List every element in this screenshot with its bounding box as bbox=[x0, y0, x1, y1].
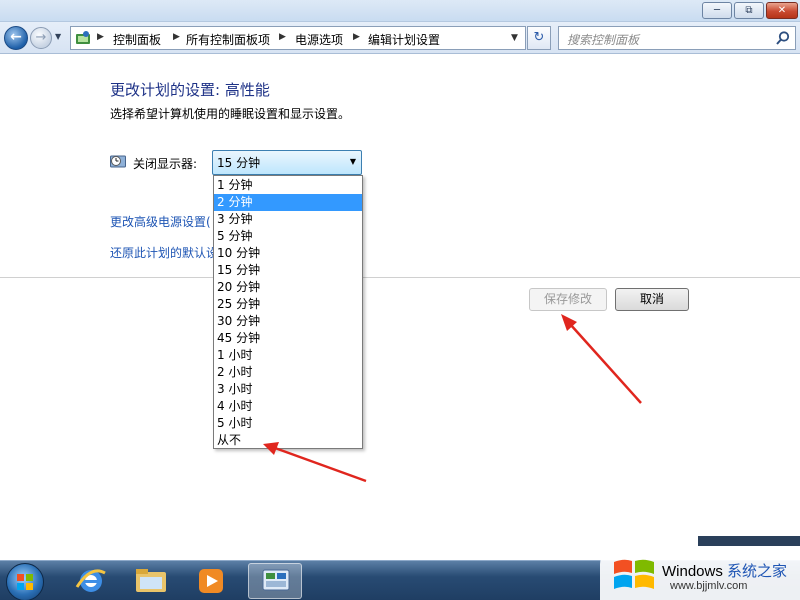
chevron-down-icon: ▼ bbox=[349, 157, 356, 166]
dropdown-option[interactable]: 20 分钟 bbox=[214, 279, 362, 296]
watermark-url: www.bjjmlv.com bbox=[670, 580, 748, 592]
forward-arrow-icon: → bbox=[35, 30, 47, 45]
search-icon[interactable] bbox=[775, 30, 791, 46]
dropdown-option[interactable]: 5 小时 bbox=[214, 415, 362, 432]
close-icon: ✕ bbox=[777, 5, 787, 16]
breadcrumb-separator-icon[interactable]: ▶ bbox=[279, 32, 286, 42]
display-timer-icon bbox=[110, 155, 126, 168]
window-titlebar: ─ ⧉ ✕ bbox=[0, 0, 800, 22]
breadcrumb-separator-icon[interactable]: ▶ bbox=[353, 32, 360, 42]
taskbar-control-panel[interactable] bbox=[248, 563, 302, 599]
dropdown-option[interactable]: 25 分钟 bbox=[214, 296, 362, 313]
breadcrumb-all-items[interactable]: 所有控制面板项 bbox=[186, 31, 270, 48]
dropdown-option[interactable]: 2 小时 bbox=[214, 364, 362, 381]
turn-off-display-label: 关闭显示器: bbox=[133, 157, 198, 171]
watermark-title-en: Windows bbox=[662, 563, 723, 580]
minimize-button[interactable]: ─ bbox=[702, 2, 732, 19]
watermark-title: Windows 系统之家 bbox=[662, 560, 787, 581]
media-player-icon bbox=[199, 569, 223, 593]
dropdown-option[interactable]: 1 小时 bbox=[214, 347, 362, 364]
breadcrumb-edit-plan[interactable]: 编辑计划设置 bbox=[368, 31, 440, 48]
taskbar-media-player[interactable] bbox=[184, 563, 238, 599]
breadcrumb-control-panel[interactable]: 控制面板 bbox=[113, 31, 161, 48]
restore-defaults-link[interactable]: 还原此计划的默认设 bbox=[110, 244, 218, 261]
dropdown-option[interactable]: 15 分钟 bbox=[214, 262, 362, 279]
search-box[interactable]: 搜索控制面板 bbox=[558, 26, 796, 50]
address-dropdown-icon[interactable]: ▼ bbox=[511, 33, 518, 43]
watermark: Windows 系统之家 www.bjjmlv.com bbox=[600, 546, 800, 600]
navigation-bar: ← → ▼ ▶ 控制面板 ▶ 所有控制面板项 ▶ 电源选项 ▶ 编辑计划设置 ▼… bbox=[0, 22, 800, 54]
taskbar-ie[interactable] bbox=[64, 563, 118, 599]
close-button[interactable]: ✕ bbox=[766, 2, 798, 19]
dropdown-option[interactable]: 4 小时 bbox=[214, 398, 362, 415]
divider bbox=[0, 277, 800, 278]
breadcrumb-power-options[interactable]: 电源选项 bbox=[295, 31, 343, 48]
control-panel-icon bbox=[76, 31, 90, 44]
refresh-button[interactable]: ↻ bbox=[527, 26, 551, 50]
folder-icon bbox=[136, 569, 166, 592]
select-value: 15 分钟 bbox=[217, 156, 261, 170]
system-tray-strip bbox=[698, 536, 800, 546]
recent-pages-dropdown[interactable]: ▼ bbox=[55, 32, 61, 41]
save-changes-button[interactable]: 保存修改 bbox=[529, 288, 607, 311]
page-title: 更改计划的设置: 高性能 bbox=[110, 81, 270, 99]
start-button[interactable] bbox=[6, 563, 44, 600]
display-timeout-dropdown-list: 1 分钟 2 分钟 3 分钟 5 分钟 10 分钟 15 分钟 20 分钟 25… bbox=[213, 175, 363, 449]
breadcrumb-separator-icon[interactable]: ▶ bbox=[173, 32, 180, 42]
turn-off-display-select[interactable]: 15 分钟 ▼ bbox=[212, 150, 362, 175]
refresh-icon: ↻ bbox=[533, 30, 545, 45]
forward-button[interactable]: → bbox=[30, 27, 52, 49]
page-subtitle: 选择希望计算机使用的睡眠设置和显示设置。 bbox=[110, 107, 351, 121]
dropdown-option[interactable]: 3 分钟 bbox=[214, 211, 362, 228]
breadcrumb-separator-icon: ▶ bbox=[97, 32, 104, 42]
dropdown-option[interactable]: 5 分钟 bbox=[214, 228, 362, 245]
windows-logo-icon bbox=[17, 574, 33, 590]
control-panel-icon bbox=[262, 569, 290, 591]
windows-flag-logo-icon bbox=[614, 559, 654, 589]
advanced-power-settings-link[interactable]: 更改高级电源设置( bbox=[110, 213, 211, 230]
back-button[interactable]: ← bbox=[4, 26, 28, 50]
dropdown-option[interactable]: 10 分钟 bbox=[214, 245, 362, 262]
cancel-button[interactable]: 取消 bbox=[615, 288, 689, 311]
watermark-title-cn: 系统之家 bbox=[727, 563, 788, 580]
address-bar[interactable]: ▶ 控制面板 ▶ 所有控制面板项 ▶ 电源选项 ▶ 编辑计划设置 ▼ bbox=[70, 26, 526, 50]
search-placeholder[interactable]: 搜索控制面板 bbox=[567, 31, 639, 48]
minimize-icon: ─ bbox=[713, 5, 721, 16]
dropdown-option[interactable]: 3 小时 bbox=[214, 381, 362, 398]
dropdown-option[interactable]: 45 分钟 bbox=[214, 330, 362, 347]
dropdown-option-highlighted[interactable]: 2 分钟 bbox=[214, 194, 362, 211]
dropdown-option[interactable]: 30 分钟 bbox=[214, 313, 362, 330]
internet-explorer-icon bbox=[75, 569, 106, 592]
dropdown-option[interactable]: 1 分钟 bbox=[214, 177, 362, 194]
annotation-arrow-save bbox=[561, 314, 642, 404]
dropdown-option-never[interactable]: 从不 bbox=[214, 432, 362, 449]
restore-icon: ⧉ bbox=[745, 5, 753, 16]
taskbar-explorer[interactable] bbox=[124, 563, 178, 599]
maximize-button[interactable]: ⧉ bbox=[734, 2, 764, 19]
back-arrow-icon: ← bbox=[10, 29, 22, 45]
